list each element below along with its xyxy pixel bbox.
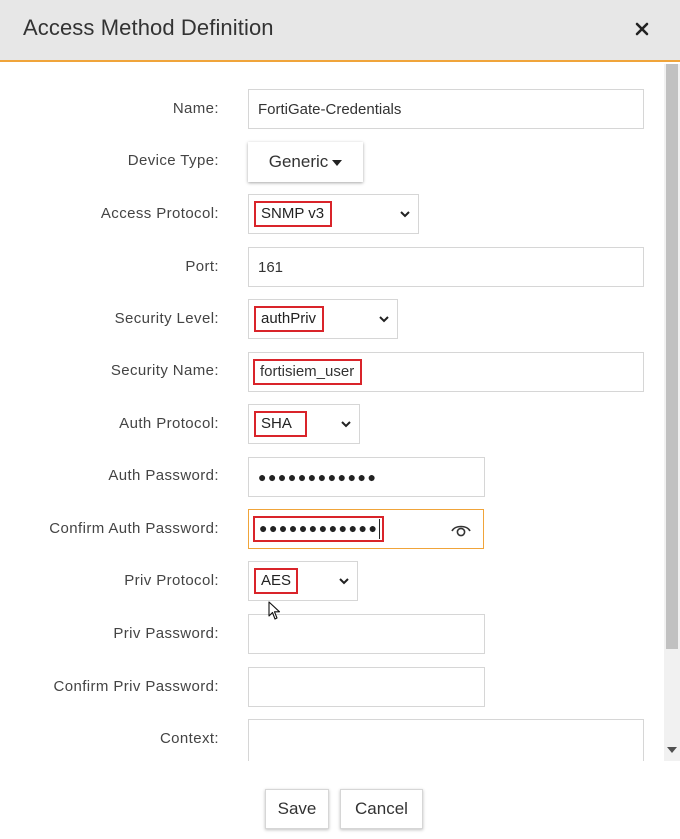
dialog-header: Access Method Definition [0, 0, 680, 62]
port-value: 161 [258, 258, 284, 276]
auth-password-value: ●●●●●●●●●●●● [258, 469, 378, 485]
security-name-input[interactable]: fortisiem_user [248, 352, 644, 392]
confirm-priv-password-input[interactable] [248, 667, 485, 707]
priv-password-input[interactable] [248, 614, 485, 654]
scroll-down-arrow-icon[interactable] [667, 747, 677, 753]
scrollbar[interactable] [664, 64, 680, 761]
confirm-auth-password-input[interactable]: ●●●●●●●●●●●● [248, 509, 484, 549]
name-label: Name: [172, 100, 219, 117]
save-button[interactable]: Save [265, 789, 329, 829]
auth-password-label: Auth Password: [108, 467, 219, 484]
security-name-label: Security Name: [110, 362, 219, 379]
priv-password-label: Priv Password: [113, 625, 219, 642]
security-level-select[interactable]: authPriv [248, 299, 398, 339]
confirm-auth-password-value: ●●●●●●●●●●●● [259, 519, 379, 536]
security-level-label: Security Level: [114, 310, 219, 327]
chevron-down-icon [339, 578, 349, 585]
chevron-down-icon [341, 421, 351, 428]
device-type-dropdown[interactable]: Generic [248, 142, 363, 182]
mouse-cursor-icon [268, 601, 281, 620]
context-label: Context: [159, 730, 219, 747]
confirm-auth-password-highlight: ●●●●●●●●●●●● [253, 515, 385, 543]
confirm-priv-password-label: Confirm Priv Password: [53, 678, 219, 695]
access-protocol-select[interactable]: SNMP v3 [248, 194, 419, 234]
access-protocol-label: Access Protocol: [100, 205, 219, 222]
dialog-title: Access Method Definition [23, 15, 274, 40]
caret-down-icon [332, 160, 343, 166]
priv-protocol-value: AES [254, 568, 299, 594]
security-level-value: authPriv [254, 306, 325, 332]
scrollbar-thumb[interactable] [666, 64, 678, 649]
access-method-dialog: Access Method Definition Name: FortiGate… [0, 0, 680, 839]
name-input[interactable]: FortiGate-Credentials [248, 89, 644, 129]
port-input[interactable]: 161 [248, 247, 644, 287]
close-button[interactable] [630, 17, 654, 41]
dialog-body: Name: FortiGate-Credentials Device Type:… [0, 64, 664, 761]
text-caret [379, 519, 381, 540]
priv-protocol-label: Priv Protocol: [124, 572, 219, 589]
auth-protocol-label: Auth Protocol: [119, 415, 219, 432]
security-name-value: fortisiem_user [253, 359, 363, 385]
auth-protocol-value: SHA [254, 411, 307, 437]
device-type-value: Generic [268, 152, 329, 171]
auth-protocol-select[interactable]: SHA [248, 404, 360, 444]
access-protocol-value: SNMP v3 [254, 201, 333, 227]
close-icon [635, 22, 649, 36]
context-input[interactable] [248, 719, 644, 761]
chevron-down-icon [400, 211, 410, 218]
priv-protocol-select[interactable]: AES [248, 561, 358, 601]
name-value: FortiGate-Credentials [258, 100, 402, 118]
confirm-auth-password-label: Confirm Auth Password: [49, 520, 219, 537]
device-type-label: Device Type: [127, 152, 219, 169]
cancel-button[interactable]: Cancel [340, 789, 423, 829]
chevron-down-icon [379, 316, 389, 323]
eye-icon[interactable] [451, 522, 471, 538]
auth-password-input[interactable]: ●●●●●●●●●●●● [248, 457, 485, 497]
port-label: Port: [185, 258, 219, 275]
